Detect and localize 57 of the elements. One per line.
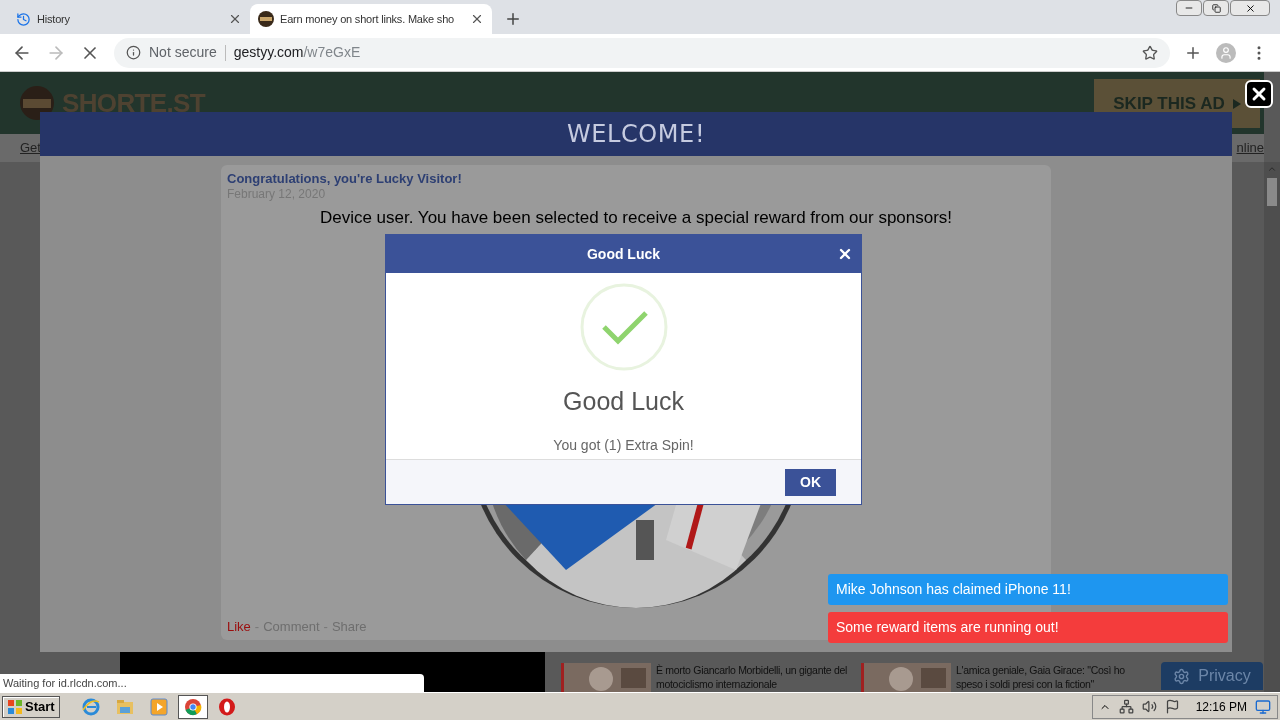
- close-icon[interactable]: [837, 246, 853, 262]
- security-label: Not secure: [149, 43, 217, 62]
- post-action-link[interactable]: Like: [227, 616, 251, 636]
- play-icon: [149, 697, 168, 716]
- scrollbar-thumb[interactable]: [1267, 178, 1277, 206]
- close-tab-icon[interactable]: [470, 12, 484, 26]
- news-headline[interactable]: È morto Giancarlo Morbidelli, un gigante del motociclismo internazionale: [656, 663, 853, 692]
- info-icon: [126, 45, 141, 60]
- notification-text: Mike Johnson has claimed iPhone 11!: [836, 580, 1071, 599]
- privacy-button[interactable]: Privacy: [1161, 662, 1263, 690]
- notification-text: Some reward items are running out!: [836, 618, 1059, 637]
- desktop-icon[interactable]: [1255, 698, 1271, 715]
- bookmark-star-icon[interactable]: [1142, 44, 1158, 61]
- checkmark-icon: [579, 283, 668, 371]
- nav-link[interactable]: nline: [1236, 138, 1264, 158]
- browser-tab[interactable]: Earn money on short links. Make sho: [250, 4, 492, 34]
- minimize-button[interactable]: [1176, 0, 1202, 16]
- tab-title: History: [37, 11, 71, 27]
- close-tab-icon[interactable]: [228, 12, 242, 26]
- tab-title: Earn money on short links. Make sho: [280, 11, 455, 27]
- new-tab-icon[interactable]: [504, 10, 522, 28]
- reward-message: Device user. You have been selected to receive a special reward from our sponsors!: [318, 208, 954, 228]
- close-window-button[interactable]: [1230, 0, 1270, 16]
- browser-tab[interactable]: History: [8, 4, 250, 34]
- browser-e-icon: [81, 697, 100, 716]
- play-triangle-icon: [1232, 98, 1241, 109]
- ninja-face-icon: [258, 11, 274, 27]
- opera-o-icon: [217, 697, 236, 716]
- restore-button[interactable]: [1203, 0, 1229, 16]
- history-icon: [16, 11, 31, 27]
- address-field[interactable]: Not secure gestyy.com/w7eGxE: [114, 37, 1170, 68]
- nav-link[interactable]: Get: [20, 138, 41, 158]
- folder-icon: [115, 698, 134, 715]
- gear-icon: [1173, 667, 1191, 685]
- separator-dash: -: [254, 617, 260, 636]
- dialog-heading: Good Luck: [563, 386, 684, 417]
- modal-title: WELCOME!: [566, 119, 706, 150]
- chrome-icon: [183, 697, 202, 716]
- close-icon: [1244, 2, 1256, 14]
- post-title: Congratulations, you're Lucky Visitor!: [227, 171, 463, 187]
- restore-icon: [1211, 3, 1221, 13]
- dialog-title: Good Luck: [586, 244, 661, 264]
- clock: 12:16 PM: [1195, 698, 1247, 716]
- url-text: gestyy.com/w7eGxE: [233, 43, 361, 62]
- news-headline[interactable]: L'amica geniale, Gaia Girace: "Così ho speso i soldi presi con la fiction": [956, 663, 1153, 692]
- dialog-message: You got (1) Extra Spin!: [553, 435, 694, 455]
- close-ad-button[interactable]: [1245, 80, 1273, 108]
- flag-icon[interactable]: [1164, 699, 1180, 714]
- separator-dash: -: [323, 617, 328, 636]
- network-icon[interactable]: [1118, 699, 1134, 714]
- status-text: Waiting for id.rlcdn.com...: [3, 675, 127, 691]
- windows-logo-icon: [7, 698, 23, 715]
- start-button[interactable]: Start: [2, 695, 60, 718]
- ok-button[interactable]: OK: [785, 468, 836, 496]
- volume-icon[interactable]: [1141, 699, 1157, 714]
- taskbar-app-button[interactable]: [177, 694, 208, 719]
- scrollbar[interactable]: [1264, 162, 1280, 692]
